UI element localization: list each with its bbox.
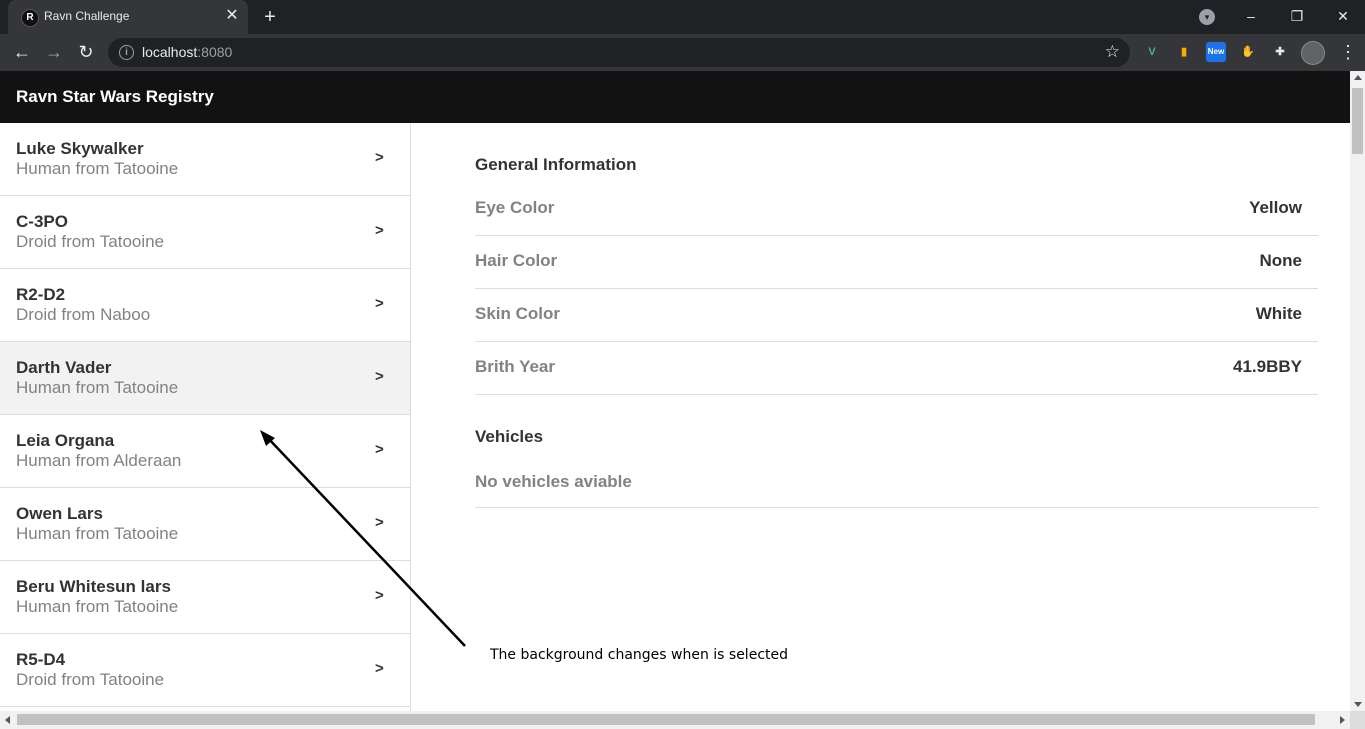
person-subtitle: Droid from Tatooine	[16, 232, 165, 251]
info-row: Hair Color None	[475, 236, 1318, 289]
info-row: Brith Year 41.9BBY	[475, 342, 1318, 395]
annotation-text: The background changes when is selected	[490, 647, 788, 663]
info-value: Yellow	[1249, 198, 1302, 217]
chevron-right-icon: >	[375, 587, 384, 604]
browser-tab-bar: R Ravn Challenge ✕ + ▾ – ❐ ✕	[0, 0, 1365, 34]
scroll-right-arrow-icon[interactable]	[1340, 716, 1345, 724]
new-tab-button[interactable]: +	[258, 5, 282, 29]
profile-avatar[interactable]	[1301, 41, 1325, 65]
chevron-right-icon: >	[375, 368, 384, 385]
vertical-scrollbar[interactable]	[1350, 71, 1365, 711]
info-label: Skin Color	[475, 304, 561, 323]
new-extension-icon[interactable]: New	[1206, 42, 1226, 62]
puzzle-icon[interactable]: ✚	[1270, 42, 1290, 62]
people-list: Luke Skywalker Human from Tatooine > C-3PO D…	[0, 123, 411, 711]
app-title: Ravn Star Wars Registry	[16, 87, 214, 106]
address-bar[interactable]: i localhost:8080 ☆	[108, 38, 1130, 67]
menu-kebab-icon[interactable]: ⋮	[1339, 40, 1357, 64]
person-list-item[interactable]: Darth Vader Human from Tatooine >	[0, 342, 410, 415]
person-name: Owen Lars	[16, 504, 103, 523]
vehicles-heading: Vehicles	[475, 427, 544, 446]
close-tab-icon[interactable]: ✕	[222, 6, 242, 26]
tab-search-icon[interactable]: ▾	[1199, 9, 1215, 25]
folder-extension-icon[interactable]: ▮	[1174, 42, 1194, 62]
person-subtitle: Droid from Tatooine	[16, 670, 165, 689]
chevron-right-icon: >	[375, 222, 384, 239]
forward-arrow-icon[interactable]: →	[41, 39, 67, 65]
ravn-favicon-icon: R	[21, 9, 39, 27]
browser-tab[interactable]: R Ravn Challenge ✕	[8, 0, 248, 34]
scroll-down-arrow-icon[interactable]	[1354, 702, 1362, 707]
horizontal-scroll-thumb[interactable]	[17, 714, 1315, 725]
horizontal-scrollbar[interactable]	[0, 711, 1350, 729]
person-list-item[interactable]: Luke Skywalker Human from Tatooine >	[0, 123, 410, 196]
person-list-item[interactable]: R5-D4 Droid from Tatooine >	[0, 634, 410, 707]
info-label: Hair Color	[475, 251, 558, 270]
scroll-up-arrow-icon[interactable]	[1354, 75, 1362, 80]
restore-button[interactable]: ❐	[1283, 4, 1311, 28]
person-subtitle: Human from Tatooine	[16, 524, 179, 543]
vertical-scroll-thumb[interactable]	[1352, 88, 1363, 154]
browser-toolbar: ← → ↻ i localhost:8080 ☆ V ▮ New ✋ ✚ ⋮	[0, 34, 1365, 71]
person-subtitle: Human from Alderaan	[16, 451, 182, 470]
person-list-item[interactable]: R2-D2 Droid from Naboo >	[0, 269, 410, 342]
person-detail-panel: General Information Eye Color Yellow Hair …	[411, 123, 1350, 711]
vue-devtools-icon[interactable]: V	[1142, 42, 1162, 62]
reload-icon[interactable]: ↻	[73, 39, 99, 65]
chevron-right-icon: >	[375, 441, 384, 458]
info-value: 41.9BBY	[1233, 357, 1302, 376]
chevron-right-icon: >	[375, 149, 384, 166]
bookmark-star-icon[interactable]: ☆	[1105, 41, 1120, 63]
person-list-item[interactable]: Owen Lars Human from Tatooine >	[0, 488, 410, 561]
no-vehicles-row: No vehicles aviable	[475, 457, 1318, 508]
close-window-button[interactable]: ✕	[1329, 4, 1357, 28]
info-label: Eye Color	[475, 198, 555, 217]
person-name: C-3PO	[16, 212, 68, 231]
scrollbar-corner	[1350, 711, 1365, 729]
app-header: Ravn Star Wars Registry	[0, 71, 1350, 123]
info-label: Brith Year	[475, 357, 556, 376]
info-row: Eye Color Yellow	[475, 183, 1318, 236]
person-name: Leia Organa	[16, 431, 115, 450]
chevron-right-icon: >	[375, 660, 384, 677]
person-name: R2-D2	[16, 285, 66, 304]
info-value: White	[1255, 304, 1302, 323]
person-subtitle: Human from Tatooine	[16, 159, 179, 178]
chevron-right-icon: >	[375, 295, 384, 312]
no-vehicles-text: No vehicles aviable	[475, 472, 632, 491]
back-arrow-icon[interactable]: ←	[9, 39, 35, 65]
url-text: localhost:8080	[142, 44, 232, 60]
minimize-button[interactable]: –	[1237, 4, 1265, 28]
person-subtitle: Human from Tatooine	[16, 597, 179, 616]
person-name: Beru Whitesun lars	[16, 577, 171, 596]
person-list-item[interactable]: Beru Whitesun lars Human from Tatooine >	[0, 561, 410, 634]
person-list-item[interactable]: Leia Organa Human from Alderaan >	[0, 415, 410, 488]
url-port: :8080	[197, 44, 233, 60]
person-name: R5-D4	[16, 650, 66, 669]
person-subtitle: Human from Tatooine	[16, 378, 179, 397]
person-name: Darth Vader	[16, 358, 112, 377]
person-name: Luke Skywalker	[16, 139, 144, 158]
scroll-left-arrow-icon[interactable]	[5, 716, 10, 724]
info-row: Skin Color White	[475, 289, 1318, 342]
red-hand-extension-icon[interactable]: ✋	[1238, 42, 1258, 62]
person-subtitle: Droid from Naboo	[16, 305, 151, 324]
person-list-item[interactable]: C-3PO Droid from Tatooine >	[0, 196, 410, 269]
general-information-heading: General Information	[475, 155, 637, 174]
site-info-icon[interactable]: i	[119, 45, 134, 60]
tab-title: Ravn Challenge	[44, 9, 130, 23]
chevron-right-icon: >	[375, 514, 384, 531]
url-host: localhost	[142, 44, 198, 60]
info-value: None	[1259, 251, 1303, 270]
